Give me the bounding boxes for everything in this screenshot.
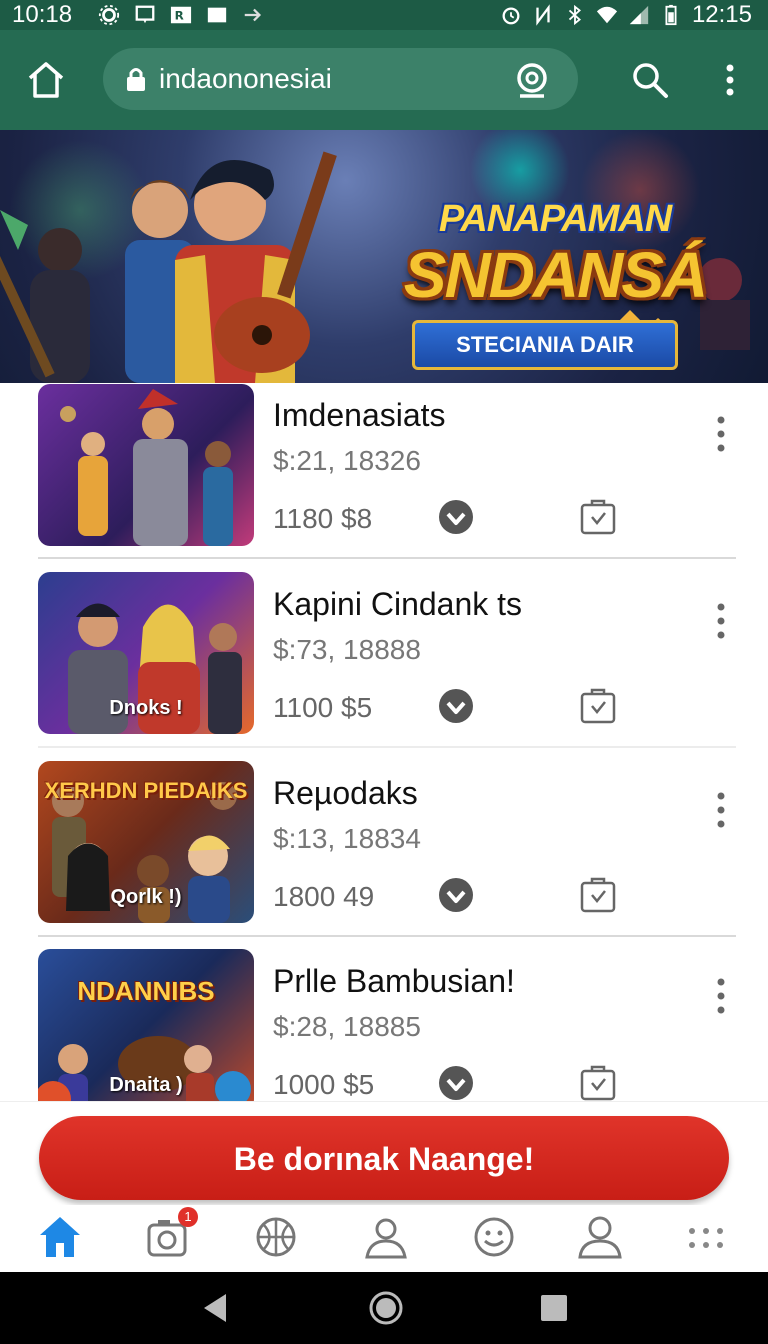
divider <box>38 935 736 937</box>
system-nav-bar <box>0 1272 768 1344</box>
item-title[interactable]: Imdenasiats <box>273 397 446 434</box>
bluetooth-icon <box>568 4 581 26</box>
url-text[interactable]: indaononesiai <box>159 48 332 110</box>
more-vert-icon[interactable] <box>714 602 728 642</box>
divider <box>38 746 736 748</box>
person-icon[interactable] <box>362 1213 410 1261</box>
wifi-icon <box>596 6 618 24</box>
thumbnail-caption: Qorlk !) <box>110 886 182 908</box>
square-icon <box>207 7 227 23</box>
hero-ribbon: STECIANIA DAIR <box>412 320 678 370</box>
item-meta: 1180 $8 <box>273 503 373 534</box>
item-thumbnail[interactable]: Dnoks ! <box>38 572 254 734</box>
shopping-bag-icon[interactable] <box>580 875 616 913</box>
item-price: $:73, 18888 <box>273 634 421 665</box>
notification-badge: 1 <box>178 1207 198 1227</box>
item-meta: 1000 $5 <box>273 1069 375 1100</box>
signal-icon <box>629 5 649 25</box>
item-price: $:28, 18885 <box>273 1011 421 1042</box>
status-notification-icons: R <box>98 4 264 26</box>
item-list: Imdenasiats $:21, 18326 1180 $8 Dnoks ! … <box>0 383 768 1101</box>
item-price: $:21, 18326 <box>273 445 421 476</box>
cta-button[interactable]: Be dorınak Naange! <box>39 1116 729 1200</box>
thumbnail-caption: Dnoks ! <box>109 697 183 719</box>
list-item[interactable]: NDANNIBS Dnaita ) Prlle Bambusian! $:28,… <box>0 949 768 1101</box>
recents-icon[interactable] <box>536 1290 572 1326</box>
heart-icon[interactable] <box>438 877 474 913</box>
hero-title-line2: SNDANSÁ <box>403 239 708 311</box>
home-circle-icon[interactable] <box>368 1290 404 1326</box>
item-price: $:13, 18834 <box>273 823 421 854</box>
basketball-icon[interactable] <box>252 1213 300 1261</box>
status-time: 10:18 <box>12 1 73 28</box>
camera-icon[interactable] <box>512 60 552 100</box>
search-icon[interactable] <box>630 60 670 100</box>
item-meta: 1100 $5 <box>273 692 373 723</box>
arrow-icon <box>244 8 262 22</box>
hero-title-line1: PANAPAMAN <box>438 198 672 240</box>
divider <box>38 557 736 559</box>
hero-banner[interactable]: PANAPAMAN SNDANSÁ STECIANIA DAIR <box>0 130 768 383</box>
more-vert-icon[interactable] <box>714 415 728 455</box>
hero-characters-illustration <box>0 151 337 383</box>
more-vert-icon[interactable] <box>714 791 728 831</box>
back-icon[interactable] <box>198 1290 234 1326</box>
item-thumbnail[interactable] <box>38 384 254 546</box>
heart-icon[interactable] <box>438 688 474 724</box>
thumbnail-banner: NDANNIBS <box>77 976 215 1006</box>
heart-icon[interactable] <box>438 499 474 535</box>
item-title[interactable]: Prlle Bambusian! <box>273 963 515 1000</box>
status-system-icons: 12:15 <box>500 0 752 30</box>
thumbnail-banner: XERHDN PIEDAIKS <box>44 778 248 803</box>
home-icon[interactable] <box>36 1213 84 1261</box>
shopping-bag-icon[interactable] <box>580 686 616 724</box>
item-thumbnail[interactable]: NDANNIBS Dnaita ) <box>38 949 254 1101</box>
list-item[interactable]: XERHDN PIEDAIKS Qorlk !) Reµodaks $:13, … <box>0 761 768 949</box>
alarm-icon <box>502 7 520 25</box>
settings-icon <box>98 4 120 26</box>
svg-text:R: R <box>175 9 184 23</box>
message-icon <box>135 5 155 24</box>
nav-camera[interactable]: 1 <box>144 1207 198 1261</box>
browser-toolbar: indaononesiai <box>0 30 768 130</box>
item-title[interactable]: Kapini Cindank ts <box>273 586 522 623</box>
thumbnail-art <box>60 389 233 546</box>
home-icon[interactable] <box>22 56 70 104</box>
apps-icon[interactable] <box>682 1213 730 1261</box>
hero-title: PANAPAMAN SNDANSÁ STECIANIA DAIR <box>390 170 720 370</box>
list-item[interactable]: Dnoks ! Kapini Cindank ts $:73, 18888 11… <box>0 572 768 760</box>
more-vert-icon[interactable] <box>718 60 742 100</box>
bottom-nav: 1 <box>0 1205 768 1272</box>
heart-icon[interactable] <box>438 1065 474 1101</box>
thumbnail-caption: Dnaita ) <box>109 1074 183 1096</box>
profile-icon[interactable] <box>576 1213 624 1261</box>
cta-area: Be dorınak Naange! <box>0 1101 768 1206</box>
more-vert-icon[interactable] <box>714 977 728 1017</box>
smiley-icon[interactable] <box>470 1213 518 1261</box>
status-clock: 12:15 <box>691 1 752 28</box>
shopping-bag-icon[interactable] <box>580 497 616 535</box>
shopping-bag-icon[interactable] <box>580 1063 616 1101</box>
item-meta: 1800 49 <box>273 881 375 912</box>
list-item[interactable]: Imdenasiats $:21, 18326 1180 $8 <box>0 383 768 571</box>
nfc-icon <box>536 4 550 26</box>
item-thumbnail[interactable]: XERHDN PIEDAIKS Qorlk !) <box>38 761 254 923</box>
news-icon: R <box>170 6 192 24</box>
lock-icon <box>127 68 145 91</box>
item-title[interactable]: Reµodaks <box>273 775 418 812</box>
address-bar[interactable]: indaononesiai <box>103 48 578 110</box>
status-bar: 10:18 R 12:15 <box>0 0 768 30</box>
battery-icon <box>665 4 677 26</box>
